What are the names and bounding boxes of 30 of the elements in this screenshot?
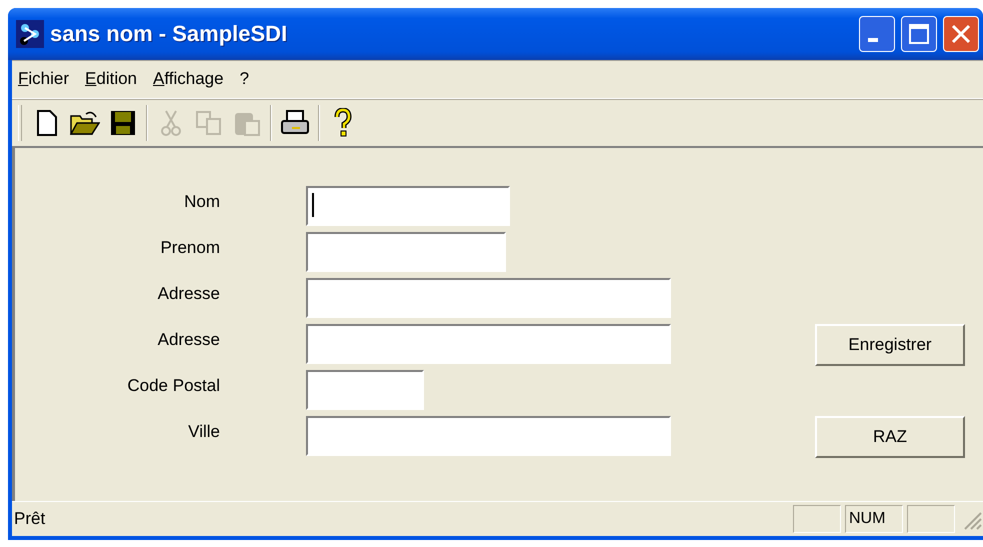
text-field[interactable] — [306, 370, 424, 410]
field-label: Code Postal — [127, 375, 220, 396]
field-label: Prenom — [160, 237, 220, 258]
menu-item[interactable]: Fichier — [18, 69, 70, 89]
status-pane — [907, 505, 955, 533]
text-field[interactable] — [306, 186, 510, 226]
field-label: Nom — [184, 191, 220, 212]
menu-item[interactable]: Affichage — [153, 69, 224, 89]
status-text: Prêt — [14, 509, 46, 529]
status-pane: NUM — [845, 505, 903, 533]
window-title: sans nom - SampleSDI — [50, 21, 288, 47]
field-label: Ville — [188, 421, 220, 442]
maximize-icon — [908, 23, 930, 45]
menu-item[interactable]: Edition — [85, 69, 137, 89]
text-field[interactable] — [306, 232, 506, 272]
status-pane — [793, 505, 841, 533]
form-button[interactable]: RAZ — [815, 416, 965, 458]
field-label: Adresse — [158, 329, 220, 350]
text-field[interactable] — [306, 278, 671, 318]
text-field[interactable] — [306, 416, 671, 456]
minimize-icon — [868, 38, 878, 42]
close-button[interactable] — [943, 16, 979, 52]
close-icon — [950, 23, 972, 45]
field-label: Adresse — [158, 283, 220, 304]
text-field[interactable] — [306, 324, 671, 364]
menu-item[interactable]: ? — [240, 69, 250, 89]
app-icon — [16, 20, 44, 48]
maximize-button[interactable] — [901, 16, 937, 52]
minimize-button[interactable] — [859, 16, 895, 52]
form-button[interactable]: Enregistrer — [815, 324, 965, 366]
